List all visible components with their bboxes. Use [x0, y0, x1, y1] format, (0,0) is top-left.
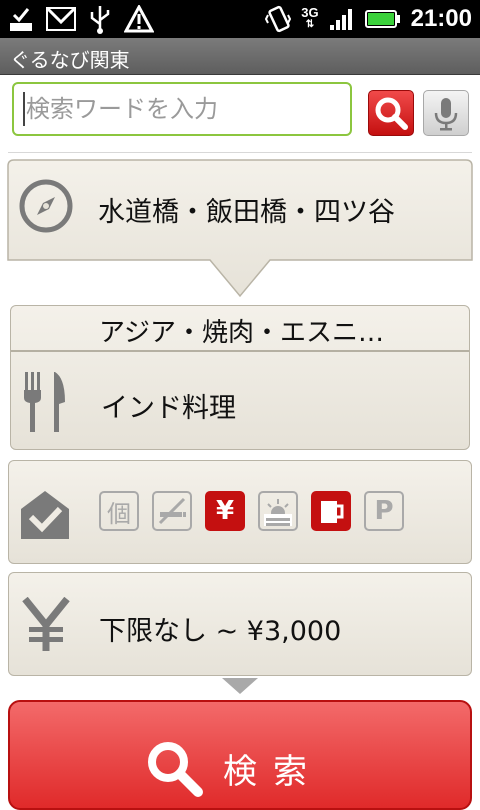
yen-icon: [22, 597, 70, 651]
drink-icon: [321, 501, 344, 523]
parking-filter[interactable]: P: [364, 491, 404, 531]
divider: [8, 152, 472, 153]
microphone-icon: [434, 98, 458, 131]
private-room-filter[interactable]: 個: [99, 491, 139, 531]
voice-search-button[interactable]: [423, 90, 469, 136]
status-bar: 3G ⇅ 21:00: [0, 0, 480, 38]
down-arrow-icon: [222, 678, 258, 694]
genre-card[interactable]: アジア・焼肉・エスニ… インド料理: [10, 305, 470, 450]
no-smoking-icon: [158, 497, 186, 525]
genre-separator: [11, 350, 469, 352]
coupon-filter[interactable]: ¥: [205, 491, 245, 531]
coupon-glyph: ¥: [215, 496, 235, 526]
status-bar-notifications: [8, 4, 154, 34]
vibrate-icon: [265, 5, 292, 33]
app-title-bar: ぐるなび関東: [0, 38, 480, 75]
night-view-icon: [264, 499, 292, 526]
compass-icon: [19, 179, 73, 233]
no-smoking-filter[interactable]: [152, 491, 192, 531]
app-title: ぐるなび関東: [10, 48, 130, 72]
fork-knife-icon: [24, 372, 65, 432]
battery-icon: [364, 10, 400, 28]
private-room-glyph: 個: [107, 499, 131, 528]
area-label: 水道橋・飯田橋・四ツ谷: [98, 197, 395, 228]
search-submit-label: 検索: [223, 752, 323, 792]
genre-parent-label: アジア・焼肉・エスニ…: [99, 318, 384, 348]
clock: 21:00: [410, 5, 472, 32]
search-icon: [148, 742, 203, 797]
usb-icon: [90, 6, 110, 34]
budget-label: 下限なし ~ ¥3,000: [99, 616, 342, 647]
gmail-icon: [46, 7, 76, 31]
status-bar-system: 3G ⇅ 21:00: [265, 0, 472, 38]
text-cursor: [23, 92, 25, 126]
drink-filter[interactable]: [311, 491, 351, 531]
parking-glyph: P: [374, 496, 394, 526]
genre-label: インド料理: [101, 393, 236, 424]
network-type-label: 3G ⇅: [301, 5, 319, 30]
checkbox-house-icon: [21, 491, 69, 539]
signal-icon: [329, 9, 352, 30]
budget-card[interactable]: 下限なし ~ ¥3,000: [8, 572, 472, 676]
warning-icon: [124, 5, 154, 33]
search-button[interactable]: [368, 90, 414, 136]
filter-card[interactable]: 個 ¥ P: [8, 460, 472, 564]
search-icon: [375, 97, 408, 130]
search-submit-button[interactable]: 検索: [8, 700, 472, 810]
download-done-icon: [10, 8, 32, 31]
night-view-filter[interactable]: [258, 491, 298, 531]
search-input[interactable]: [12, 82, 352, 136]
